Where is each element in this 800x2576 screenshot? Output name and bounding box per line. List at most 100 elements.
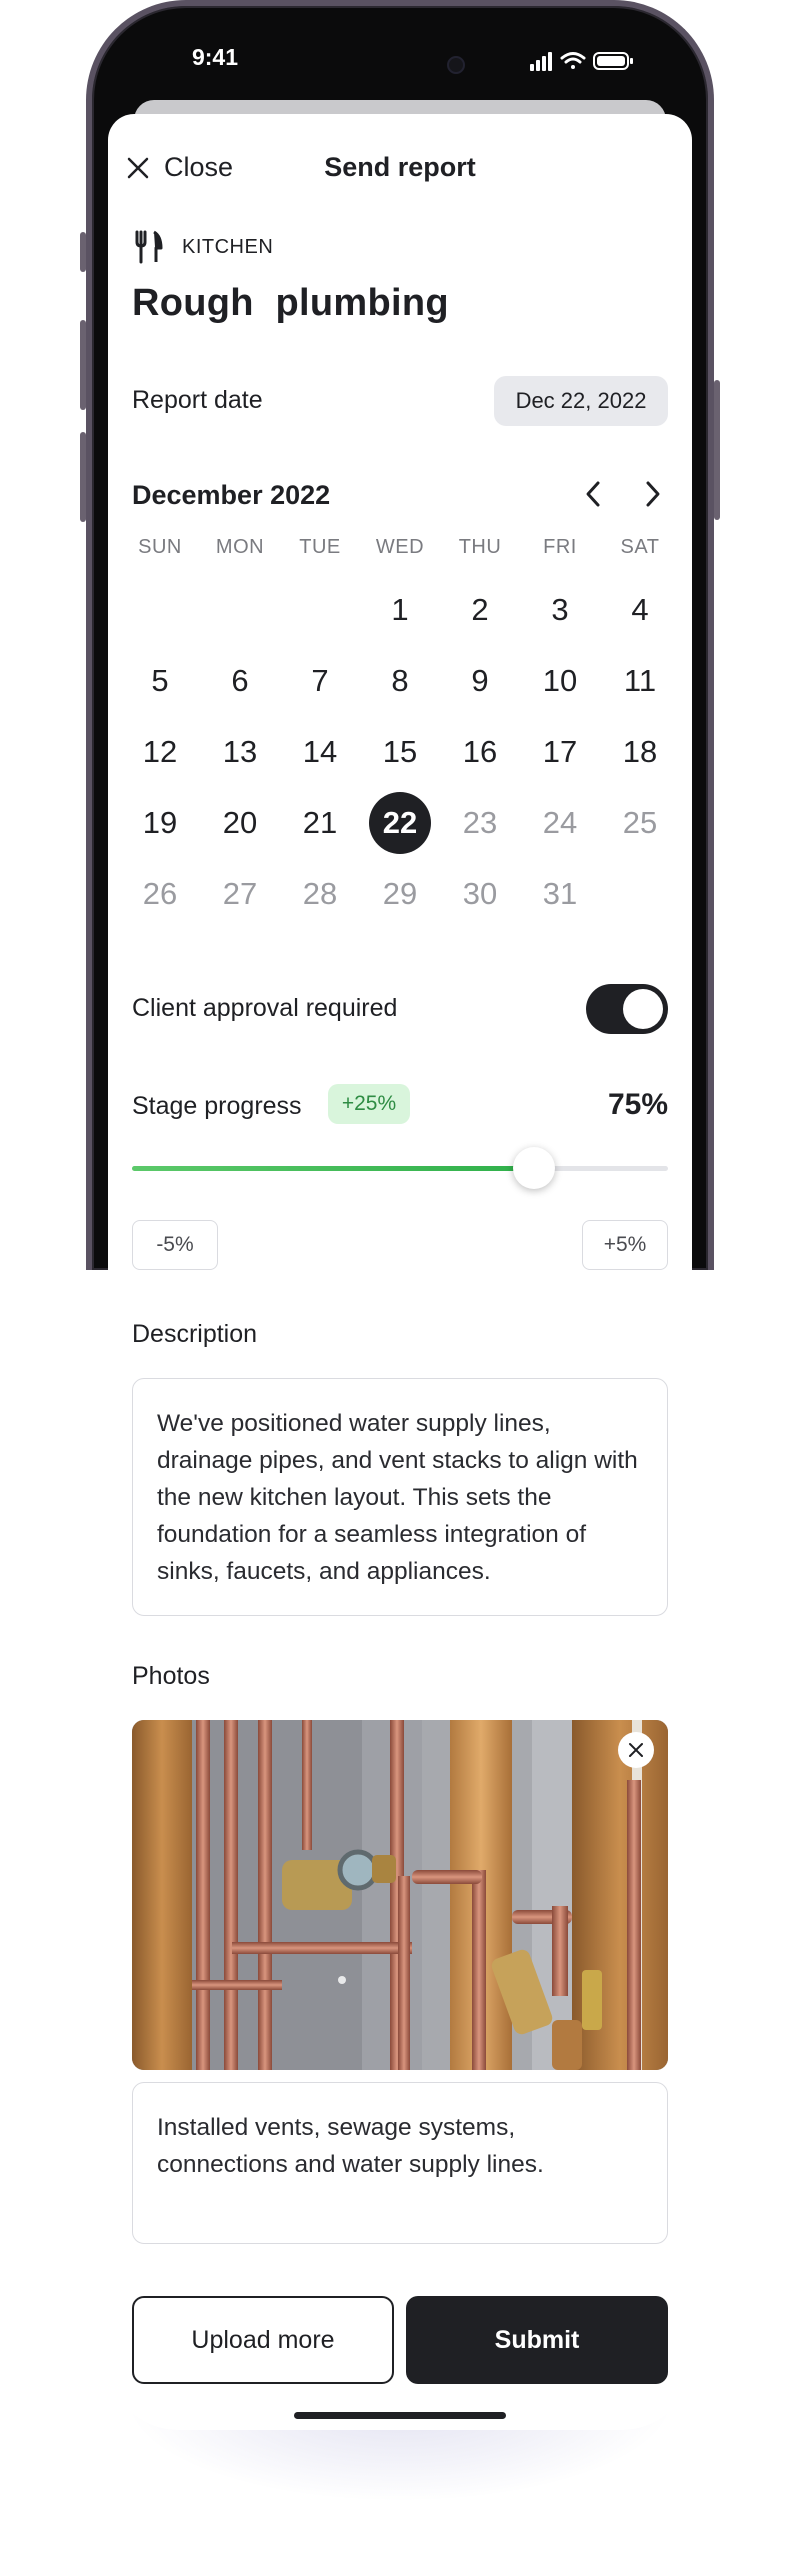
weekday-label: SAT: [620, 536, 660, 558]
progress-slider-track[interactable]: [132, 1147, 668, 1189]
volume-up-button: [80, 320, 86, 410]
cellular-signal-icon: [530, 52, 552, 71]
page-header-title: Send report: [324, 152, 476, 182]
weekday-label: THU: [458, 536, 502, 558]
photo-caption-textarea[interactable]: Installed vents, sewage systems, connect…: [132, 2082, 668, 2244]
calendar-day[interactable]: 18: [600, 716, 680, 787]
calendar-day-label: 30: [462, 875, 498, 911]
increment-progress-button[interactable]: +5%: [582, 1220, 668, 1270]
calendar-day[interactable]: 2: [440, 574, 520, 645]
stage-progress-label: Stage progress: [132, 1092, 302, 1120]
close-icon: [629, 1743, 643, 1757]
battery-icon: [593, 52, 633, 70]
calendar-day-label: 11: [623, 662, 657, 698]
calendar-day[interactable]: 10: [520, 645, 600, 716]
progress-slider-thumb[interactable]: [513, 1147, 555, 1189]
calendar-day[interactable]: 21: [280, 787, 360, 858]
calendar-day-grid: 1 2 3 4 5 6 7 8 9 10 11 12 13 14 15 16 17 18 19 20 21 22 23 24 2…: [120, 574, 680, 929]
calendar-day[interactable]: 4: [600, 574, 680, 645]
mute-switch: [80, 232, 86, 272]
calendar-day[interactable]: 30: [440, 858, 520, 929]
calendar-day[interactable]: 5: [120, 645, 200, 716]
remove-photo-button[interactable]: [618, 1732, 654, 1768]
progress-change-badge: +25%: [328, 1084, 410, 1124]
calendar-day[interactable]: 29: [360, 858, 440, 929]
calendar-day[interactable]: 7: [280, 645, 360, 716]
calendar-month-label: December 2022: [132, 480, 331, 510]
calendar-day-label: 12: [142, 733, 178, 769]
calendar-day-label: 6: [231, 662, 249, 698]
calendar-day-label: 20: [222, 804, 258, 840]
calendar-day-label: 22: [369, 791, 431, 854]
calendar-day[interactable]: 19: [120, 787, 200, 858]
calendar-day[interactable]: 23: [440, 787, 520, 858]
calendar-day[interactable]: 28: [280, 858, 360, 929]
calendar-day[interactable]: 31: [520, 858, 600, 929]
calendar-day[interactable]: 12: [120, 716, 200, 787]
calendar-day[interactable]: 13: [200, 716, 280, 787]
calendar-day-label: 2: [471, 591, 489, 627]
calendar-day[interactable]: 14: [280, 716, 360, 787]
weekday-label: WED: [375, 536, 425, 558]
photo-thumbnail[interactable]: [132, 1720, 668, 2070]
calendar-day-label: 7: [311, 662, 329, 698]
client-approval-toggle[interactable]: [586, 984, 668, 1034]
calendar-day[interactable]: 1: [360, 574, 440, 645]
calendar-day-label: 15: [382, 733, 418, 769]
description-label: Description: [132, 1320, 258, 1348]
calendar-day[interactable]: 16: [440, 716, 520, 787]
calendar-day-selected[interactable]: 22: [360, 787, 440, 858]
progress-slider-fill: [132, 1166, 534, 1171]
submit-button[interactable]: Submit: [406, 2296, 668, 2384]
description-textarea[interactable]: We've positioned water supply lines, dra…: [132, 1378, 668, 1616]
calendar-blank-cell: [120, 574, 200, 645]
calendar-day[interactable]: 26: [120, 858, 200, 929]
report-sheet: Close Send report KITCHEN Rough plumbing…: [108, 114, 692, 2430]
weekday-label: TUE: [299, 536, 341, 558]
calendar-day[interactable]: 11: [600, 645, 680, 716]
calendar-day-label: 27: [222, 875, 258, 911]
page-title: Rough plumbing: [132, 282, 449, 324]
client-approval-label: Client approval required: [132, 994, 398, 1022]
calendar-day-label: 5: [151, 662, 169, 698]
calendar-day[interactable]: 25: [600, 787, 680, 858]
calendar-day-label: 10: [542, 662, 578, 698]
category-label: KITCHEN: [182, 236, 274, 258]
calendar-day-label: 4: [631, 591, 649, 627]
calendar-day-label: 29: [382, 875, 418, 911]
calendar-day[interactable]: 24: [520, 787, 600, 858]
calendar-day[interactable]: 20: [200, 787, 280, 858]
calendar-day-label: 21: [302, 804, 338, 840]
calendar-day[interactable]: 6: [200, 645, 280, 716]
calendar-day-label: 1: [391, 591, 409, 627]
calendar-day-label: 14: [302, 733, 338, 769]
calendar-day-label: 17: [542, 733, 578, 769]
home-indicator: [294, 2412, 506, 2419]
calendar-day-label: 8: [391, 662, 409, 698]
calendar-day[interactable]: 27: [200, 858, 280, 929]
calendar-day[interactable]: 17: [520, 716, 600, 787]
calendar-day[interactable]: 8: [360, 645, 440, 716]
calendar-day[interactable]: 9: [440, 645, 520, 716]
calendar-day[interactable]: 3: [520, 574, 600, 645]
weekday-label: FRI: [543, 536, 577, 558]
power-button: [714, 380, 720, 520]
calendar-day-label: 24: [542, 804, 578, 840]
fork-knife-icon: [135, 230, 163, 264]
calendar-day-label: 25: [622, 804, 658, 840]
decrement-progress-button[interactable]: -5%: [132, 1220, 218, 1270]
calendar-day-label: 13: [222, 733, 258, 769]
report-date-chip[interactable]: Dec 22, 2022: [494, 376, 668, 426]
calendar-day[interactable]: 15: [360, 716, 440, 787]
volume-down-button: [80, 432, 86, 522]
calendar-blank-cell: [280, 574, 360, 645]
photos-label: Photos: [132, 1662, 210, 1690]
calendar-day-label: 19: [142, 804, 178, 840]
weekday-label: SUN: [138, 536, 182, 558]
calendar-day-label: 23: [462, 804, 498, 840]
upload-more-button[interactable]: Upload more: [132, 2296, 394, 2384]
chevron-left-icon[interactable]: [578, 478, 610, 510]
chevron-right-icon[interactable]: [636, 478, 668, 510]
calendar-day-label: 18: [622, 733, 658, 769]
calendar-day-label: 26: [142, 875, 178, 911]
